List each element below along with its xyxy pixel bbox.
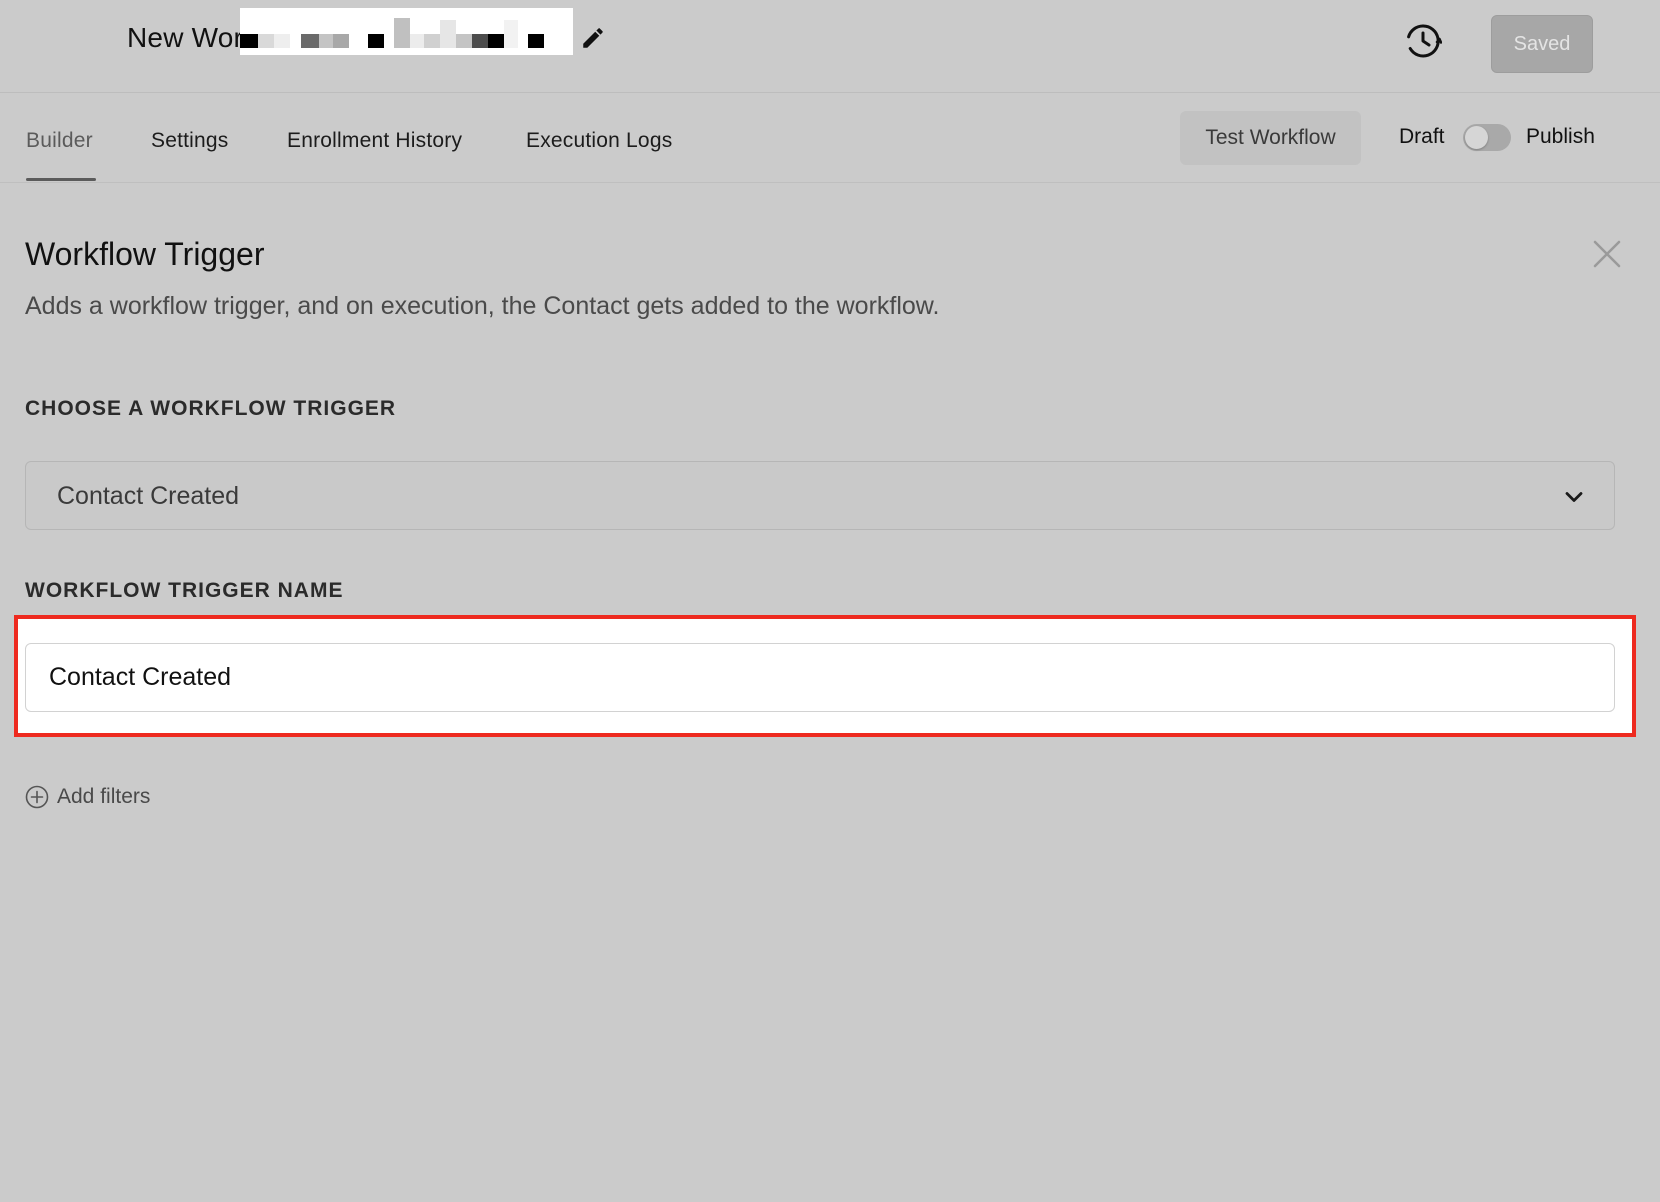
tab-execution-logs[interactable]: Execution Logs <box>526 129 672 153</box>
trigger-select-value: Contact Created <box>57 482 240 510</box>
tab-settings[interactable]: Settings <box>151 129 228 153</box>
panel-title: Workflow Trigger <box>25 236 265 272</box>
trigger-name-label: WORKFLOW TRIGGER NAME <box>25 579 344 602</box>
tab-bar: Builder Settings Enrollment History Exec… <box>0 93 1660 183</box>
plus-circle-icon <box>25 785 49 809</box>
add-filters-label: Add filters <box>57 785 151 808</box>
add-filters-button[interactable]: Add filters <box>25 783 150 811</box>
trigger-select-label: CHOOSE A WORKFLOW TRIGGER <box>25 397 397 420</box>
workflow-editor: New Wor Saved Builder Settings Enrollmen… <box>0 0 1660 1202</box>
redacted-title-block <box>240 8 573 55</box>
publish-toggle[interactable] <box>1463 124 1511 151</box>
chevron-down-icon <box>1565 492 1583 502</box>
tab-builder[interactable]: Builder <box>26 129 93 153</box>
panel-description: Adds a workflow trigger, and on executio… <box>25 292 940 320</box>
draft-label: Draft <box>1399 125 1445 148</box>
trigger-select[interactable]: Contact Created <box>25 461 1615 530</box>
workflow-title[interactable]: New Wor <box>127 22 243 54</box>
trigger-name-input[interactable] <box>25 643 1615 712</box>
top-bar: New Wor Saved <box>0 0 1660 93</box>
toggle-knob <box>1465 126 1488 149</box>
active-tab-indicator <box>26 178 96 181</box>
tab-enrollment-history[interactable]: Enrollment History <box>287 129 462 153</box>
publish-label: Publish <box>1526 125 1595 148</box>
test-workflow-button[interactable]: Test Workflow <box>1180 111 1361 165</box>
close-icon[interactable] <box>1593 240 1621 268</box>
saved-button[interactable]: Saved <box>1491 15 1593 73</box>
edit-icon[interactable] <box>580 25 606 51</box>
history-icon[interactable] <box>1404 22 1442 60</box>
